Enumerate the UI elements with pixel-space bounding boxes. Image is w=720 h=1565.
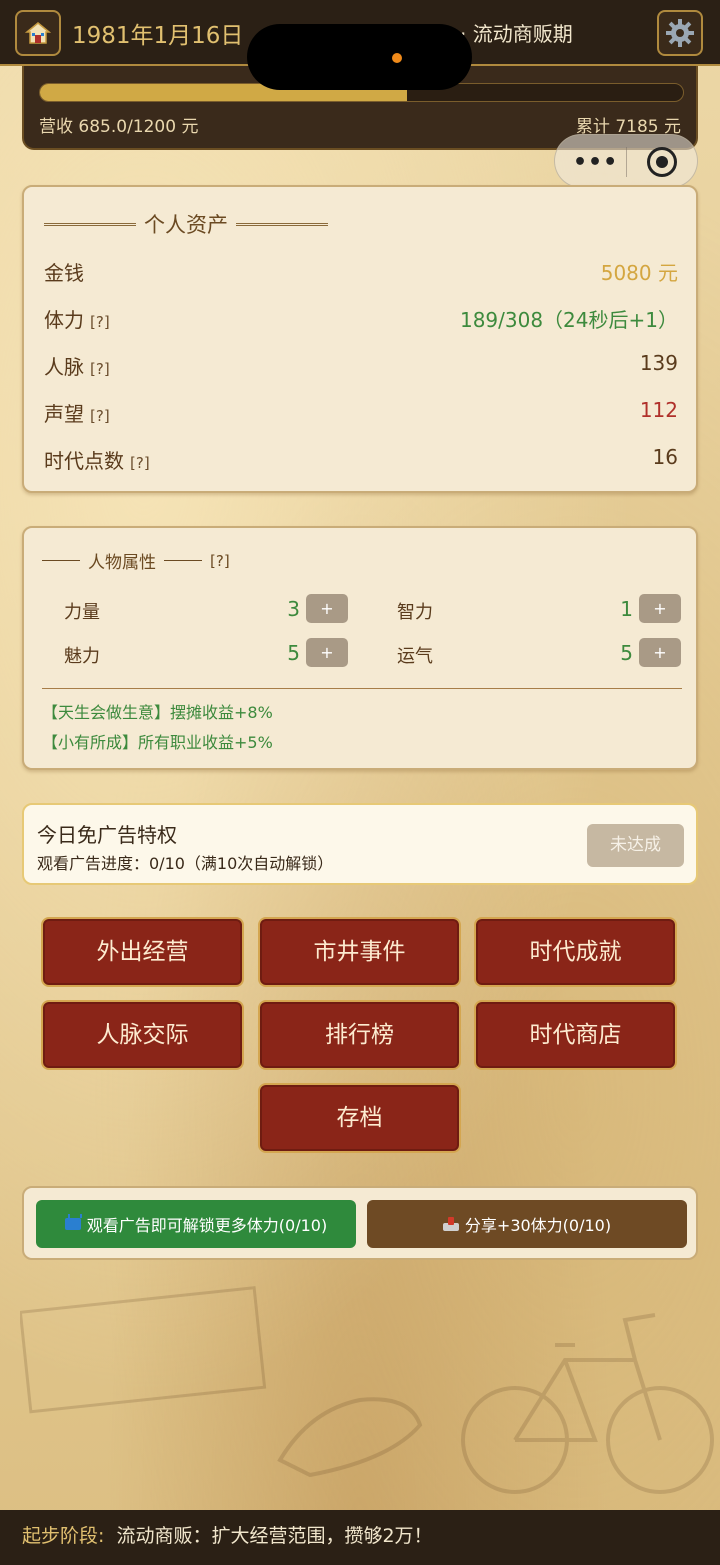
settings-button[interactable]	[657, 10, 703, 56]
house-icon	[25, 22, 51, 44]
attributes-title: 人物属性 [?]	[42, 548, 230, 573]
asset-value: 139	[639, 351, 678, 375]
revenue-label: 营收 685.0/1200 元	[39, 117, 199, 137]
asset-help[interactable]: [?]	[90, 407, 110, 425]
character-attributes-card: 人物属性 [?] 力量 3 + 智力 1 + 魅力 5 + 运气 5 + 【天生会做生意】摆摊收益+8…	[22, 526, 698, 770]
save-button[interactable]: 存档	[258, 1083, 461, 1153]
asset-label: 时代点数 [?]	[44, 445, 150, 474]
ad-free-privilege-card: 今日免广告特权 观看广告进度：0/10（满10次自动解锁） 未达成	[22, 803, 698, 885]
asset-value: 16	[652, 445, 678, 469]
attr-luck: 运气 5 +	[397, 638, 681, 668]
asset-label-text: 金钱	[44, 261, 84, 285]
ad-privilege-progress: 观看广告进度：0/10（满10次自动解锁）	[37, 854, 334, 873]
asset-value: 112	[639, 398, 678, 422]
assets-title: 个人资产	[44, 209, 328, 239]
attr-intelligence: 智力 1 +	[397, 594, 681, 624]
asset-help[interactable]: [?]	[130, 454, 150, 472]
title-divider-right	[164, 560, 202, 561]
stage-label: 起步阶段:	[22, 1525, 105, 1547]
asset-help[interactable]: [?]	[90, 360, 110, 378]
asset-label-text: 人脉	[44, 355, 84, 379]
ad-privilege-title: 今日免广告特权	[37, 823, 177, 847]
share-label: 分享+30体力(0/10)	[464, 1216, 612, 1235]
home-button[interactable]	[15, 10, 61, 56]
personal-assets-card: 个人资产 金钱 5080 元体力 [?] 189/308（24秒后+1） 人脉 [?] 13…	[22, 185, 698, 493]
asset-label-text: 体力	[44, 308, 84, 332]
asset-value: 189/308（24秒后+1）	[459, 308, 678, 332]
title-divider-right	[236, 222, 328, 226]
attr-charm: 魅力 5 +	[64, 638, 348, 668]
stamina-ad-panel: 观看广告即可解锁更多体力(0/10) 分享+30体力(0/10)	[22, 1186, 698, 1260]
stamina-row: 体力 [?] 189/308（24秒后+1）	[44, 304, 678, 334]
attr-plus-button[interactable]: +	[639, 594, 681, 623]
asset-label: 声望 [?]	[44, 398, 110, 427]
asset-value: 5080 元	[600, 261, 678, 285]
asset-label: 金钱	[44, 257, 84, 286]
attr-value: 3	[287, 597, 300, 621]
leaderboard-button[interactable]: 排行榜	[258, 1000, 461, 1070]
title-divider-left	[42, 560, 80, 561]
attributes-title-text: 人物属性	[88, 553, 156, 573]
trait-2: 【小有所成】所有职业收益+5%	[42, 733, 273, 752]
attr-plus-button[interactable]: +	[306, 638, 348, 667]
tv-icon	[64, 1218, 81, 1230]
not-achieved-button[interactable]: 未达成	[587, 824, 684, 867]
assets-title-text: 个人资产	[144, 213, 228, 237]
asset-help[interactable]: [?]	[90, 313, 110, 331]
miniprogram-capsule: •••	[554, 134, 698, 188]
social-network-button[interactable]: 人脉交际	[41, 1000, 244, 1070]
stage-goal: 流动商贩：扩大经营范围，攒够2万！	[116, 1525, 433, 1547]
shoe-decoration	[277, 1397, 423, 1478]
camera-indicator-icon	[392, 53, 402, 63]
bicycle-decoration	[461, 1313, 714, 1494]
trait-1: 【天生会做生意】摆摊收益+8%	[42, 703, 273, 722]
go-business-button[interactable]: 外出经营	[41, 917, 244, 987]
market-events-button[interactable]: 市井事件	[258, 917, 461, 987]
gear-icon	[666, 19, 694, 47]
watch-ad-button[interactable]: 观看广告即可解锁更多体力(0/10)	[36, 1200, 356, 1248]
watch-ad-label: 观看广告即可解锁更多体力(0/10)	[86, 1216, 328, 1235]
attr-label: 魅力	[64, 646, 100, 667]
close-miniprogram-icon[interactable]	[647, 147, 677, 177]
asset-label-text: 声望	[44, 402, 84, 426]
stage-goal-bar: 起步阶段: 流动商贩：扩大经营范围，攒够2万！	[0, 1510, 720, 1565]
attr-plus-button[interactable]: +	[306, 594, 348, 623]
reputation-row: 声望 [?] 112	[44, 398, 678, 428]
attributes-help[interactable]: [?]	[210, 552, 230, 570]
title-divider-left	[44, 222, 136, 226]
era-shop-button[interactable]: 时代商店	[474, 1000, 677, 1070]
money-row: 金钱 5080 元	[44, 257, 678, 287]
attr-label: 力量	[64, 602, 100, 623]
era-achievements-button[interactable]: 时代成就	[474, 917, 677, 987]
attr-value: 5	[620, 641, 633, 665]
attr-strength: 力量 3 +	[64, 594, 348, 624]
game-date: 1981年1月16日	[72, 23, 244, 49]
era-points-row: 时代点数 [?] 16	[44, 445, 678, 475]
connections-row: 人脉 [?] 139	[44, 351, 678, 381]
asset-label: 人脉 [?]	[44, 351, 110, 380]
attr-label: 运气	[397, 646, 433, 667]
capsule-divider	[626, 147, 627, 177]
asset-label: 体力 [?]	[44, 304, 110, 333]
share-icon	[442, 1217, 459, 1231]
more-options-icon[interactable]: •••	[573, 150, 618, 175]
attr-value: 1	[620, 597, 633, 621]
attr-plus-button[interactable]: +	[639, 638, 681, 667]
attr-value: 5	[287, 641, 300, 665]
attributes-divider	[42, 688, 682, 689]
camera-notch	[247, 24, 472, 90]
share-button[interactable]: 分享+30体力(0/10)	[367, 1200, 687, 1248]
asset-label-text: 时代点数	[44, 449, 124, 473]
attr-label: 智力	[397, 602, 433, 623]
ticket-decoration	[20, 1286, 267, 1414]
